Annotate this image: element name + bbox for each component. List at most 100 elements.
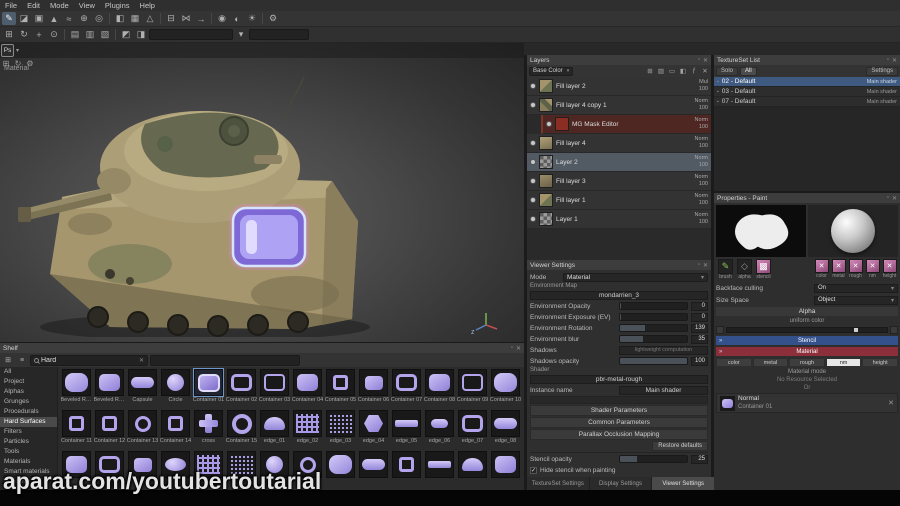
select-mode-icon[interactable]: ⊞: [2, 28, 16, 41]
viewer-mode-select[interactable]: Material ▾: [563, 272, 708, 282]
shelf-item[interactable]: Circle: [159, 369, 192, 410]
shelf-item[interactable]: Beveled Rec...: [93, 369, 126, 410]
dock-icon[interactable]: ▫: [511, 345, 513, 352]
shelf-item[interactable]: edge_08: [489, 410, 522, 451]
solo-button[interactable]: Solo: [716, 66, 739, 76]
layer-thumbnail[interactable]: [539, 193, 553, 207]
settings-button[interactable]: Settings: [866, 66, 898, 76]
environment-icon[interactable]: ◐: [230, 12, 244, 25]
remove-resource-icon[interactable]: ✕: [888, 399, 894, 407]
layer-thumbnail[interactable]: [539, 212, 553, 226]
shelf-item[interactable]: edge_03: [324, 410, 357, 451]
shelf-item[interactable]: Container 05: [324, 369, 357, 410]
channel-toggle[interactable]: ✕ nm: [864, 259, 881, 280]
material-channel-chip[interactable]: metal: [752, 358, 789, 367]
layer-opacity[interactable]: 100: [699, 105, 708, 112]
shelf-item[interactable]: edge_06: [423, 410, 456, 451]
layer-thumbnail[interactable]: [539, 155, 553, 169]
refresh-icon[interactable]: ↻: [13, 59, 23, 68]
slider-marker[interactable]: [854, 328, 859, 332]
layer-row[interactable]: Fill layer 4 Norm 100: [527, 134, 711, 153]
shelf-item[interactable]: Container 01: [192, 368, 225, 410]
alpha-slider[interactable]: [716, 326, 898, 334]
add-resource-icon[interactable]: ⊞: [1, 59, 11, 68]
stencil-opacity-value[interactable]: 25: [691, 454, 708, 464]
shelf-item[interactable]: Container 11: [60, 410, 93, 451]
textureset-row[interactable]: ▪ 02 - Default Main shader: [714, 77, 900, 87]
setting-slider[interactable]: [619, 324, 688, 332]
layer-visibility-icon[interactable]: [530, 83, 536, 89]
tab-textureset-settings[interactable]: TextureSet Settings: [527, 477, 589, 490]
viewport-settings-icon[interactable]: ⚙: [266, 12, 280, 25]
snap-toggle-icon[interactable]: ▤: [68, 28, 82, 41]
shelf-item[interactable]: edge_07: [456, 410, 489, 451]
orbit-camera-icon[interactable]: ↻: [17, 28, 31, 41]
layer-opacity[interactable]: 100: [699, 219, 708, 226]
shelf-item[interactable]: [489, 451, 522, 490]
environment-map-select[interactable]: mondarrien_3: [530, 291, 708, 300]
shelf-item[interactable]: [390, 451, 423, 490]
mask-icon[interactable]: ◧: [113, 12, 127, 25]
menu-item[interactable]: Plugins: [100, 1, 135, 10]
layer-blend-mode[interactable]: Norm: [695, 136, 708, 143]
channel-toggle[interactable]: ✕ color: [813, 259, 830, 280]
layer-blend-mode[interactable]: Norm: [695, 117, 708, 124]
textureset-row[interactable]: ▪ 07 - Default Main shader: [714, 97, 900, 107]
wireframe-toggle-icon[interactable]: ▥: [83, 28, 97, 41]
shelf-item[interactable]: cross: [192, 410, 225, 451]
material-section-header[interactable]: » Material: [716, 347, 898, 356]
menu-item[interactable]: Help: [135, 1, 160, 10]
setting-value[interactable]: 35: [691, 334, 708, 344]
shelf-settings-icon[interactable]: ⚙: [25, 59, 35, 68]
shelf-item[interactable]: [456, 451, 489, 490]
layer-blend-mode[interactable]: Mul: [699, 79, 708, 86]
layer-thumbnail[interactable]: [555, 117, 569, 131]
shading-toggle-icon[interactable]: ▧: [98, 28, 112, 41]
layer-blend-mode[interactable]: Norm: [695, 174, 708, 181]
shelf-item[interactable]: Container 06: [357, 369, 390, 410]
eraser-tool-icon[interactable]: ◪: [17, 12, 31, 25]
shelf-item[interactable]: Capsule: [126, 369, 159, 410]
brush-alpha-preview[interactable]: [716, 205, 806, 257]
instance-name-value[interactable]: Main shader: [619, 385, 708, 395]
layer-opacity[interactable]: 100: [699, 86, 708, 93]
menu-item[interactable]: Mode: [45, 1, 74, 10]
layer-row[interactable]: MG Mask Editor Norm 100: [541, 115, 711, 134]
light-icon[interactable]: ☀: [245, 12, 259, 25]
filter-dropdown-icon[interactable]: ▾: [234, 28, 248, 41]
setting-slider[interactable]: [619, 302, 688, 310]
settings-section-header[interactable]: Parallax Occlusion Mapping: [530, 429, 708, 440]
shelf-search-input[interactable]: [41, 356, 137, 364]
slider-right-handle[interactable]: [890, 326, 898, 334]
menu-item[interactable]: View: [74, 1, 100, 10]
shelf-category[interactable]: Procedurals: [0, 407, 57, 417]
material-channel-chip[interactable]: nm: [825, 358, 862, 367]
uv-view-icon[interactable]: ▦: [128, 12, 142, 25]
projection-tool-icon[interactable]: ▣: [32, 12, 46, 25]
setting-value[interactable]: 139: [691, 323, 708, 333]
shelf-item[interactable]: Container 02: [225, 369, 258, 410]
layer-row[interactable]: Fill layer 3 Norm 100: [527, 172, 711, 191]
quick-mask-icon[interactable]: ◨: [134, 28, 148, 41]
setting-slider[interactable]: [619, 313, 688, 321]
shelf-list-view-icon[interactable]: ≡: [16, 355, 28, 366]
shelf-item[interactable]: Container 12: [93, 410, 126, 451]
shelf-category[interactable]: Tools: [0, 447, 57, 457]
shelf-item[interactable]: Container 09: [456, 369, 489, 410]
toolbar-search-input[interactable]: [149, 29, 233, 40]
backface-culling-select[interactable]: On ▾: [814, 283, 898, 293]
shelf-item[interactable]: Container 08: [423, 369, 456, 410]
shelf-category[interactable]: Particles: [0, 437, 57, 447]
shelf-item[interactable]: edge_01: [258, 410, 291, 451]
layer-thumbnail[interactable]: [539, 136, 553, 150]
shelf-category[interactable]: Grunges: [0, 397, 57, 407]
dock-icon[interactable]: ▫: [887, 57, 889, 64]
layer-blend-mode[interactable]: Norm: [695, 193, 708, 200]
delete-layer-icon[interactable]: ✕: [701, 67, 709, 75]
setting-slider[interactable]: [619, 335, 688, 343]
textureset-visibility-icon[interactable]: ▪: [717, 99, 719, 105]
add-folder-icon[interactable]: ▭: [668, 67, 676, 75]
shelf-item[interactable]: Container 07: [390, 369, 423, 410]
layer-thumbnail[interactable]: [539, 98, 553, 112]
tool-toggle[interactable]: ▩ stencil: [754, 259, 773, 281]
